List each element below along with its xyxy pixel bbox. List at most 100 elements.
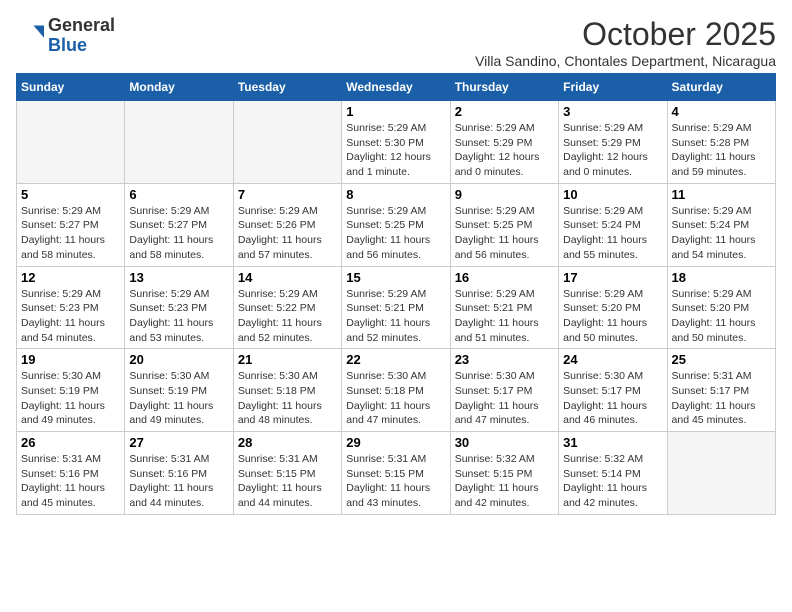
day-number: 6: [129, 187, 228, 202]
day-info: Sunrise: 5:29 AMSunset: 5:23 PMDaylight:…: [21, 287, 120, 346]
day-number: 21: [238, 352, 337, 367]
day-info: Sunrise: 5:32 AMSunset: 5:14 PMDaylight:…: [563, 452, 662, 511]
calendar-day-header: Thursday: [450, 74, 558, 101]
calendar-week-row: 5Sunrise: 5:29 AMSunset: 5:27 PMDaylight…: [17, 183, 776, 266]
day-number: 11: [672, 187, 771, 202]
calendar-week-row: 19Sunrise: 5:30 AMSunset: 5:19 PMDayligh…: [17, 349, 776, 432]
calendar-day-cell: 12 Sunrise: 5:29 AMSunset: 5:23 PMDayligh…: [17, 266, 125, 349]
day-number: 1: [346, 104, 445, 119]
day-info: Sunrise: 5:30 AMSunset: 5:18 PMDaylight:…: [346, 369, 445, 428]
day-number: 18: [672, 270, 771, 285]
day-number: 30: [455, 435, 554, 450]
calendar-day-header: Monday: [125, 74, 233, 101]
calendar-day-cell: [667, 432, 775, 515]
calendar-day-cell: 23 Sunrise: 5:30 AMSunset: 5:17 PMDayligh…: [450, 349, 558, 432]
day-info: Sunrise: 5:31 AMSunset: 5:15 PMDaylight:…: [346, 452, 445, 511]
day-number: 14: [238, 270, 337, 285]
calendar-day-cell: 6Sunrise: 5:29 AMSunset: 5:27 PMDaylight…: [125, 183, 233, 266]
calendar-day-cell: 18 Sunrise: 5:29 AMSunset: 5:20 PMDayligh…: [667, 266, 775, 349]
calendar-day-cell: 4 Sunrise: 5:29 AMSunset: 5:28 PMDaylight…: [667, 101, 775, 184]
day-number: 19: [21, 352, 120, 367]
day-info: Sunrise: 5:29 AMSunset: 5:20 PMDaylight:…: [672, 287, 771, 346]
calendar-table: SundayMondayTuesdayWednesdayThursdayFrid…: [16, 73, 776, 515]
calendar-day-cell: 15Sunrise: 5:29 AMSunset: 5:21 PMDayligh…: [342, 266, 450, 349]
calendar-day-cell: 1 Sunrise: 5:29 AMSunset: 5:30 PMDaylight…: [342, 101, 450, 184]
day-info: Sunrise: 5:32 AMSunset: 5:15 PMDaylight:…: [455, 452, 554, 511]
calendar-day-header: Saturday: [667, 74, 775, 101]
calendar-day-cell: 7 Sunrise: 5:29 AMSunset: 5:26 PMDaylight…: [233, 183, 341, 266]
logo-text: General Blue: [48, 16, 115, 56]
day-number: 29: [346, 435, 445, 450]
day-number: 16: [455, 270, 554, 285]
day-number: 13: [129, 270, 228, 285]
day-info: Sunrise: 5:29 AMSunset: 5:27 PMDaylight:…: [21, 204, 120, 263]
day-number: 3: [563, 104, 662, 119]
day-info: Sunrise: 5:29 AMSunset: 5:25 PMDaylight:…: [455, 204, 554, 263]
day-info: Sunrise: 5:30 AMSunset: 5:17 PMDaylight:…: [563, 369, 662, 428]
day-number: 28: [238, 435, 337, 450]
logo-general-text: General: [48, 15, 115, 35]
day-number: 24: [563, 352, 662, 367]
day-number: 20: [129, 352, 228, 367]
title-section: October 2025 Villa Sandino, Chontales De…: [475, 16, 776, 69]
calendar-day-header: Friday: [559, 74, 667, 101]
day-info: Sunrise: 5:29 AMSunset: 5:23 PMDaylight:…: [129, 287, 228, 346]
calendar-day-cell: 29 Sunrise: 5:31 AMSunset: 5:15 PMDayligh…: [342, 432, 450, 515]
calendar-day-cell: 10Sunrise: 5:29 AMSunset: 5:24 PMDayligh…: [559, 183, 667, 266]
day-info: Sunrise: 5:29 AMSunset: 5:20 PMDaylight:…: [563, 287, 662, 346]
calendar-day-cell: 31 Sunrise: 5:32 AMSunset: 5:14 PMDayligh…: [559, 432, 667, 515]
calendar-day-cell: 22 Sunrise: 5:30 AMSunset: 5:18 PMDayligh…: [342, 349, 450, 432]
calendar-day-cell: 13 Sunrise: 5:29 AMSunset: 5:23 PMDayligh…: [125, 266, 233, 349]
day-info: Sunrise: 5:29 AMSunset: 5:29 PMDaylight:…: [455, 121, 554, 180]
calendar-day-cell: 17 Sunrise: 5:29 AMSunset: 5:20 PMDayligh…: [559, 266, 667, 349]
day-info: Sunrise: 5:30 AMSunset: 5:17 PMDaylight:…: [455, 369, 554, 428]
calendar-header-row: SundayMondayTuesdayWednesdayThursdayFrid…: [17, 74, 776, 101]
calendar-day-cell: 30 Sunrise: 5:32 AMSunset: 5:15 PMDayligh…: [450, 432, 558, 515]
day-info: Sunrise: 5:31 AMSunset: 5:16 PMDaylight:…: [129, 452, 228, 511]
day-info: Sunrise: 5:29 AMSunset: 5:29 PMDaylight:…: [563, 121, 662, 180]
day-info: Sunrise: 5:29 AMSunset: 5:21 PMDaylight:…: [346, 287, 445, 346]
day-number: 7: [238, 187, 337, 202]
day-info: Sunrise: 5:29 AMSunset: 5:24 PMDaylight:…: [672, 204, 771, 263]
day-info: Sunrise: 5:29 AMSunset: 5:28 PMDaylight:…: [672, 121, 771, 180]
logo-blue-text: Blue: [48, 35, 87, 55]
day-info: Sunrise: 5:31 AMSunset: 5:17 PMDaylight:…: [672, 369, 771, 428]
calendar-day-cell: 21 Sunrise: 5:30 AMSunset: 5:18 PMDayligh…: [233, 349, 341, 432]
day-number: 25: [672, 352, 771, 367]
day-number: 17: [563, 270, 662, 285]
calendar-day-cell: 19Sunrise: 5:30 AMSunset: 5:19 PMDayligh…: [17, 349, 125, 432]
day-info: Sunrise: 5:29 AMSunset: 5:26 PMDaylight:…: [238, 204, 337, 263]
logo: General Blue: [16, 16, 115, 56]
day-number: 2: [455, 104, 554, 119]
calendar-day-cell: 14Sunrise: 5:29 AMSunset: 5:22 PMDayligh…: [233, 266, 341, 349]
logo-icon: [16, 22, 44, 50]
calendar-day-cell: 8 Sunrise: 5:29 AMSunset: 5:25 PMDaylight…: [342, 183, 450, 266]
page-header: General Blue October 2025 Villa Sandino,…: [16, 16, 776, 69]
calendar-week-row: 1 Sunrise: 5:29 AMSunset: 5:30 PMDaylight…: [17, 101, 776, 184]
calendar-day-cell: 3 Sunrise: 5:29 AMSunset: 5:29 PMDaylight…: [559, 101, 667, 184]
day-number: 9: [455, 187, 554, 202]
calendar-day-cell: [125, 101, 233, 184]
day-number: 4: [672, 104, 771, 119]
calendar-day-cell: [17, 101, 125, 184]
day-number: 22: [346, 352, 445, 367]
calendar-day-cell: 24 Sunrise: 5:30 AMSunset: 5:17 PMDayligh…: [559, 349, 667, 432]
calendar-day-cell: 2 Sunrise: 5:29 AMSunset: 5:29 PMDaylight…: [450, 101, 558, 184]
day-info: Sunrise: 5:31 AMSunset: 5:16 PMDaylight:…: [21, 452, 120, 511]
day-info: Sunrise: 5:29 AMSunset: 5:30 PMDaylight:…: [346, 121, 445, 180]
day-number: 12: [21, 270, 120, 285]
day-number: 8: [346, 187, 445, 202]
calendar-day-cell: 16Sunrise: 5:29 AMSunset: 5:21 PMDayligh…: [450, 266, 558, 349]
calendar-day-cell: [233, 101, 341, 184]
calendar-week-row: 12 Sunrise: 5:29 AMSunset: 5:23 PMDayligh…: [17, 266, 776, 349]
day-info: Sunrise: 5:31 AMSunset: 5:15 PMDaylight:…: [238, 452, 337, 511]
calendar-day-cell: 20Sunrise: 5:30 AMSunset: 5:19 PMDayligh…: [125, 349, 233, 432]
day-number: 23: [455, 352, 554, 367]
calendar-day-cell: 28 Sunrise: 5:31 AMSunset: 5:15 PMDayligh…: [233, 432, 341, 515]
day-number: 31: [563, 435, 662, 450]
month-title: October 2025: [475, 16, 776, 53]
location-subtitle: Villa Sandino, Chontales Department, Nic…: [475, 53, 776, 69]
day-info: Sunrise: 5:29 AMSunset: 5:25 PMDaylight:…: [346, 204, 445, 263]
day-info: Sunrise: 5:30 AMSunset: 5:18 PMDaylight:…: [238, 369, 337, 428]
calendar-day-cell: 9 Sunrise: 5:29 AMSunset: 5:25 PMDaylight…: [450, 183, 558, 266]
